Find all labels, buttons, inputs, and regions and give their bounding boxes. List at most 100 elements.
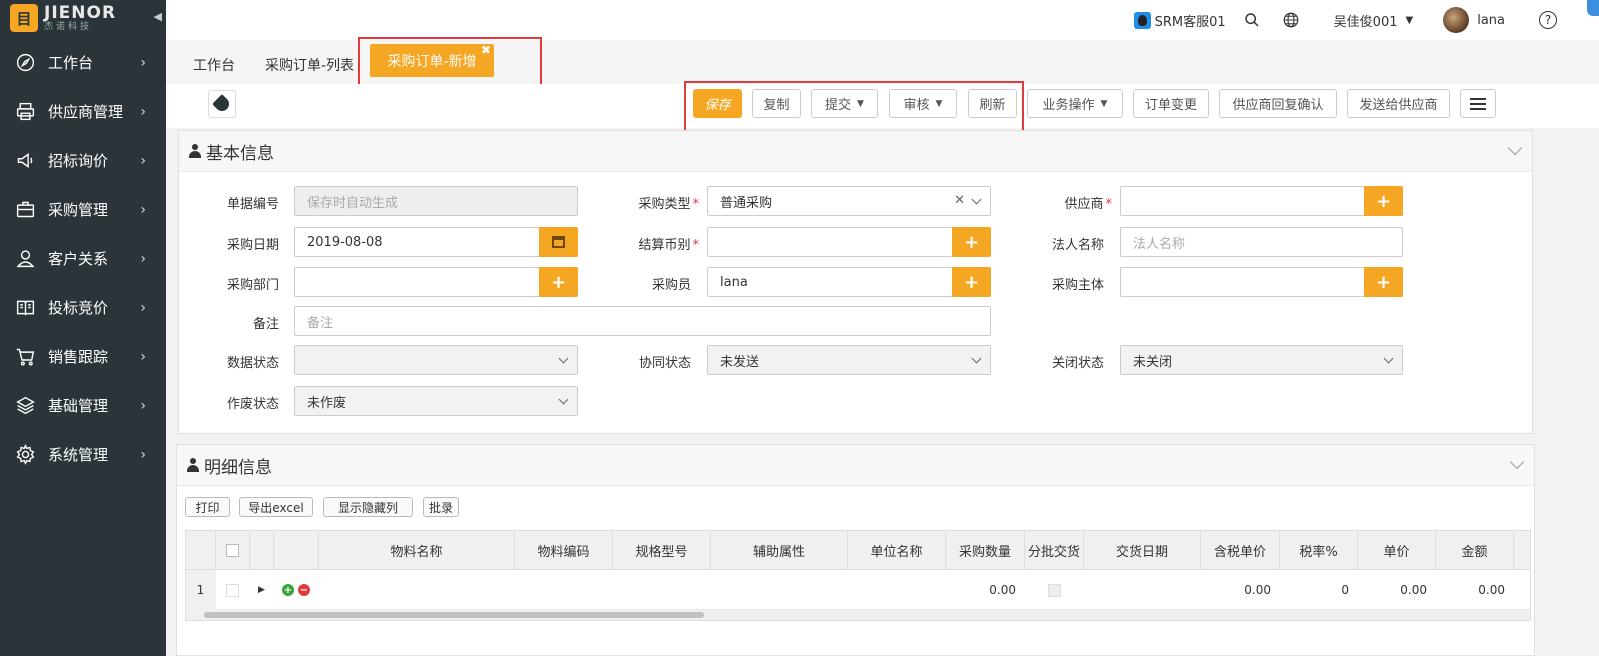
- sidebar-item-basic[interactable]: 基础管理 ›: [0, 381, 166, 430]
- row-checkbox[interactable]: [226, 583, 239, 597]
- chevron-down-icon[interactable]: [1509, 454, 1525, 470]
- row-checkbox-cell[interactable]: [216, 570, 250, 610]
- order-change-button[interactable]: 订单变更: [1133, 89, 1209, 118]
- calendar-icon[interactable]: [539, 227, 578, 257]
- purchase-date-input[interactable]: 2019-08-08: [294, 227, 578, 257]
- copy-button[interactable]: 复制: [752, 89, 801, 118]
- col-amount[interactable]: 金额: [1436, 531, 1514, 570]
- print-button[interactable]: 打印: [185, 497, 230, 517]
- batch-entry-button[interactable]: 批录: [423, 497, 459, 517]
- horizontal-scrollbar[interactable]: [186, 610, 1530, 620]
- cell-material-code[interactable]: [515, 570, 613, 610]
- purchase-type-select[interactable]: 普通采购 ✕: [707, 186, 991, 216]
- more-menu-button[interactable]: [1460, 89, 1496, 118]
- sidebar-item-purchase[interactable]: 采购管理 ›: [0, 185, 166, 234]
- col-price[interactable]: 单价: [1358, 531, 1436, 570]
- audit-button[interactable]: 审核 ▼: [889, 89, 957, 118]
- sidebar-item-bidding[interactable]: 投标竞价 ›: [0, 283, 166, 332]
- submit-button[interactable]: 提交 ▼: [811, 89, 878, 118]
- col-tax-price[interactable]: 含税单价: [1201, 531, 1280, 570]
- col-aux-attr[interactable]: 辅助属性: [711, 531, 848, 570]
- cell-spec[interactable]: [613, 570, 711, 610]
- main-content: 保存 复制 提交 ▼ 审核 ▼ 刷新 业务操作 ▼ 订单变更 供应商回复确认 发送给供…: [166, 81, 1599, 656]
- col-tax-rate[interactable]: 税率%: [1280, 531, 1358, 570]
- batch-checkbox[interactable]: [1047, 583, 1061, 597]
- caret-down-icon: ▼: [1405, 14, 1414, 26]
- add-dept-button[interactable]: +: [539, 267, 578, 297]
- cell-qty[interactable]: 0.00: [946, 570, 1025, 610]
- tab-purchase-order-list[interactable]: 采购订单-列表: [265, 55, 354, 75]
- supplier-input[interactable]: +: [1120, 186, 1403, 216]
- cell-aux-attr[interactable]: [711, 570, 848, 610]
- customer-service-link[interactable]: SRM客服01: [1133, 11, 1226, 30]
- buyer-input[interactable]: lana +: [707, 267, 991, 297]
- cell-batch-delivery[interactable]: [1025, 570, 1084, 610]
- sidebar-item-supplier[interactable]: 供应商管理 ›: [0, 87, 166, 136]
- legal-name-input[interactable]: 法人名称: [1120, 227, 1403, 257]
- logo: 目 JIENOR 杰诺科技 ◀: [0, 0, 166, 36]
- dept-input[interactable]: +: [294, 267, 578, 297]
- cell-tax-rate[interactable]: 0: [1280, 570, 1358, 610]
- col-spec[interactable]: 规格型号: [613, 531, 711, 570]
- sidebar-item-workbench[interactable]: 工作台 ›: [0, 38, 166, 87]
- search-icon[interactable]: [1244, 12, 1260, 28]
- tag-button[interactable]: [208, 90, 236, 118]
- detail-info-header[interactable]: 明细信息: [177, 445, 1534, 486]
- business-ops-button[interactable]: 业务操作 ▼: [1027, 89, 1123, 118]
- scrollbar-thumb[interactable]: [204, 612, 704, 618]
- company-dropdown[interactable]: 吴佳俊001 ▼: [1334, 11, 1414, 30]
- col-delivery-date[interactable]: 交货日期: [1084, 531, 1201, 570]
- basic-info-header[interactable]: 基本信息: [179, 131, 1532, 172]
- user-name: lana: [1477, 12, 1505, 28]
- col-batch-delivery[interactable]: 分批交货: [1025, 531, 1084, 570]
- save-button[interactable]: 保存: [693, 89, 742, 118]
- add-currency-button[interactable]: +: [952, 227, 991, 257]
- layers-icon: [14, 395, 36, 417]
- col-unit[interactable]: 单位名称: [848, 531, 946, 570]
- expand-icon[interactable]: ▶: [250, 570, 274, 610]
- send-supplier-button[interactable]: 发送给供应商: [1347, 89, 1450, 118]
- cell-delivery-date[interactable]: [1084, 570, 1201, 610]
- currency-input[interactable]: +: [707, 227, 991, 257]
- add-buyer-button[interactable]: +: [952, 267, 991, 297]
- toggle-columns-button[interactable]: 显示隐藏列: [323, 497, 413, 517]
- currency-label: 结算币别 *: [638, 238, 699, 253]
- cell-tax-price[interactable]: 0.00: [1201, 570, 1280, 610]
- help-icon[interactable]: ?: [1539, 11, 1557, 29]
- cell-material-name[interactable]: [319, 570, 515, 610]
- col-material-code[interactable]: 物料编码: [515, 531, 613, 570]
- table-row[interactable]: 1 ▶ + − 0.00 0.00 0 0.00 0.00: [186, 570, 1530, 610]
- close-status-select[interactable]: 未关闭: [1120, 345, 1403, 375]
- remark-input[interactable]: 备注: [294, 306, 991, 336]
- add-row-icon[interactable]: +: [282, 584, 294, 596]
- user-icon: [14, 248, 36, 270]
- export-excel-button[interactable]: 导出excel: [239, 497, 313, 517]
- select-all-checkbox[interactable]: [226, 544, 239, 557]
- tab-workbench[interactable]: 工作台: [193, 55, 235, 75]
- sidebar-item-customer[interactable]: 客户关系 ›: [0, 234, 166, 283]
- subject-input[interactable]: +: [1120, 267, 1403, 297]
- cell-amount[interactable]: 0.00: [1436, 570, 1514, 610]
- add-supplier-button[interactable]: +: [1364, 186, 1403, 216]
- select-all-header[interactable]: [216, 531, 250, 570]
- add-subject-button[interactable]: +: [1364, 267, 1403, 297]
- corner-badge[interactable]: [1587, 0, 1599, 16]
- collapse-sidebar-icon[interactable]: ◀: [154, 10, 162, 23]
- cell-unit[interactable]: [848, 570, 946, 610]
- globe-icon[interactable]: [1282, 11, 1300, 29]
- sidebar-item-system[interactable]: 系统管理 ›: [0, 430, 166, 479]
- col-qty[interactable]: 采购数量: [946, 531, 1025, 570]
- clear-icon[interactable]: ✕: [954, 193, 965, 208]
- chevron-down-icon[interactable]: [1507, 140, 1523, 156]
- refresh-button[interactable]: 刷新: [968, 89, 1017, 118]
- void-status-select[interactable]: 未作废: [294, 386, 578, 416]
- data-status-select[interactable]: [294, 345, 578, 375]
- sidebar-item-sales[interactable]: 销售跟踪 ›: [0, 332, 166, 381]
- supplier-reply-button[interactable]: 供应商回复确认: [1219, 89, 1337, 118]
- coop-status-select[interactable]: 未发送: [707, 345, 991, 375]
- sidebar-item-tender[interactable]: 招标询价 ›: [0, 136, 166, 185]
- cell-price[interactable]: 0.00: [1358, 570, 1436, 610]
- col-material-name[interactable]: 物料名称: [319, 531, 515, 570]
- user-menu[interactable]: lana: [1443, 7, 1505, 33]
- delete-row-icon[interactable]: −: [298, 584, 310, 596]
